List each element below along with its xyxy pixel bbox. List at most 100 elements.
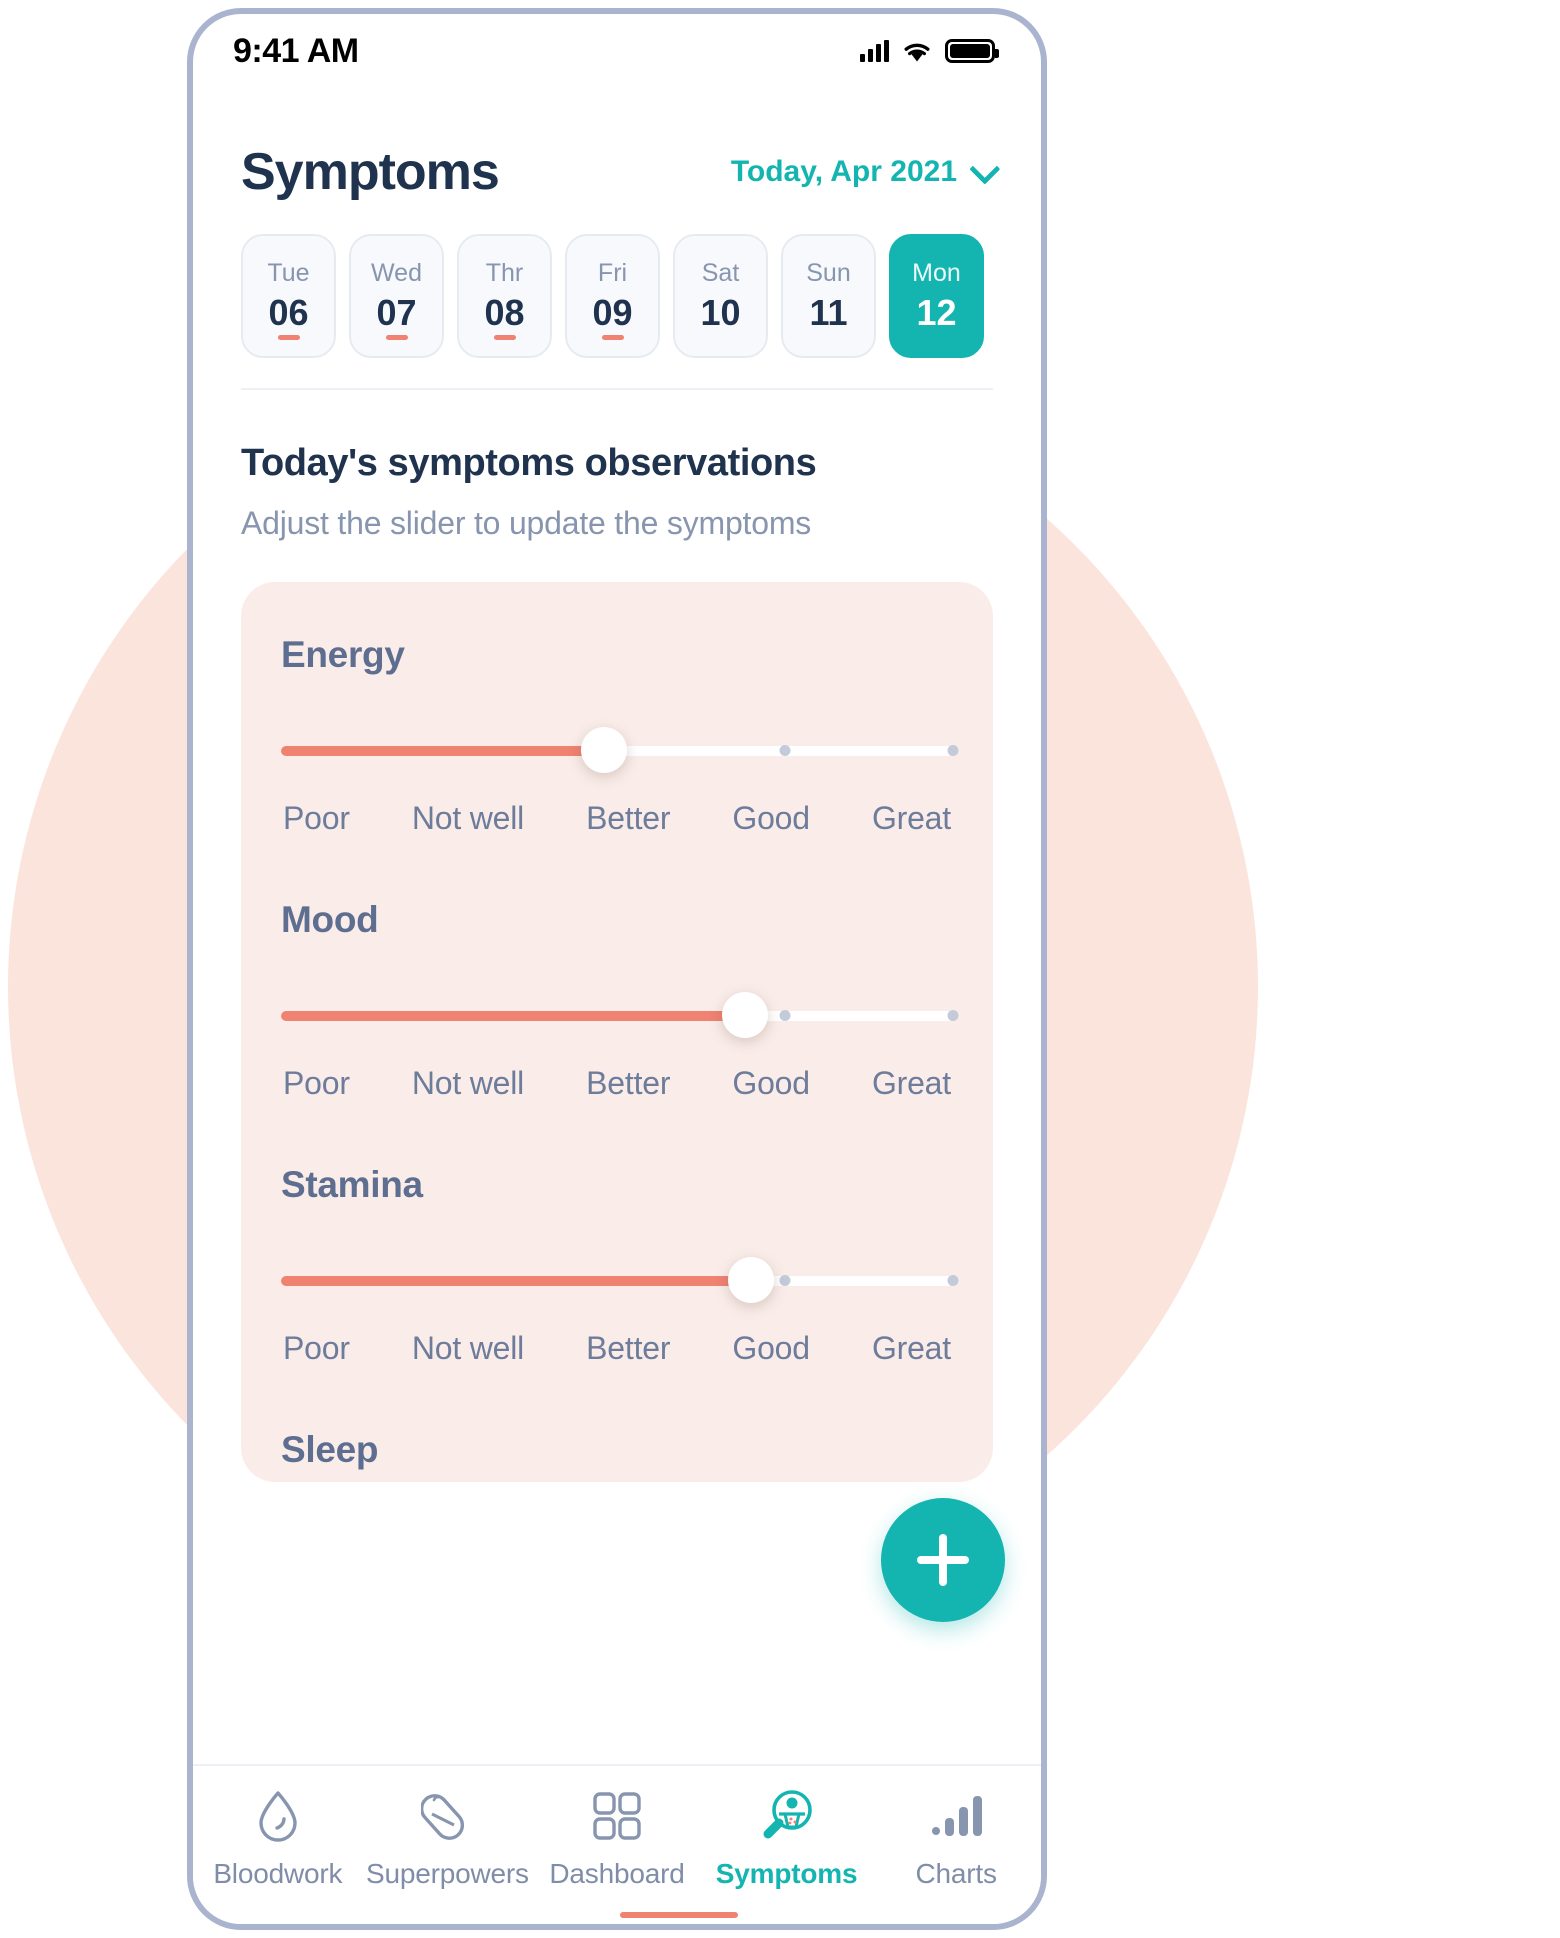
metric-sleep: Sleep [281, 1429, 953, 1471]
scale-label: Not well [411, 1330, 525, 1366]
slider-tick [779, 1275, 791, 1286]
slider-scale: Poor Not well Better Good Great [281, 1065, 953, 1102]
day-chip-marker-dot [601, 335, 624, 340]
nav-item-label: Charts [915, 1858, 997, 1889]
slider-fill [281, 1011, 745, 1021]
day-chip-date: 06 [268, 291, 309, 333]
phone-frame: 9:41 AM Symptoms Today, Apr 2021 Tue 06 We… [187, 8, 1047, 1930]
status-bar: 9:41 AM [193, 14, 1041, 88]
day-chip-weekday: Tue [267, 258, 310, 287]
magnifier-body-icon [759, 1788, 815, 1844]
header-row: Symptoms Today, Apr 2021 [241, 142, 1001, 202]
nav-item-label: Symptoms [715, 1858, 858, 1889]
day-chip-marker-dot [385, 335, 408, 340]
date-selector[interactable]: Today, Apr 2021 [730, 153, 1001, 189]
day-chip-sat[interactable]: Sat 10 [673, 234, 768, 358]
status-icons [860, 39, 999, 63]
scale-label: Poor [283, 1065, 350, 1101]
scale-label: Better [586, 800, 671, 836]
pill-capsule-icon [421, 1788, 473, 1844]
day-chip-date: 08 [484, 291, 525, 333]
slider-fill [281, 1276, 752, 1286]
blood-drop-icon [254, 1788, 302, 1844]
metric-label: Energy [281, 634, 405, 675]
date-selector-label: Today, Apr 2021 [730, 155, 957, 188]
slider-tick [947, 1275, 959, 1286]
grid-dashboard-icon [591, 1788, 643, 1844]
slider-tick [779, 745, 791, 756]
nav-item-bloodwork[interactable]: Bloodwork [196, 1788, 360, 1890]
slider-stamina[interactable] [281, 1257, 959, 1304]
scale-label: Not well [411, 800, 525, 836]
day-chip-weekday: Mon [912, 258, 961, 287]
day-chip-date: 10 [700, 291, 741, 333]
page-title: Symptoms [241, 143, 500, 201]
slider-scale: Poor Not well Better Good Great [281, 800, 953, 837]
day-chip-weekday: Thr [485, 258, 524, 287]
day-chip-weekday: Wed [371, 258, 422, 287]
scale-label: Better [586, 1065, 671, 1101]
symptoms-card: Energy Poor Not well Better Good Great Mood Poo… [241, 582, 993, 1482]
bottom-navigation[interactable]: Bloodwork Superpowers Dashboard Symptoms Cha… [193, 1764, 1041, 1924]
scale-label: Better [586, 1330, 671, 1366]
metric-mood: Mood Poor Not well Better Good Great [281, 899, 959, 1102]
slider-energy[interactable] [281, 727, 959, 774]
bar-chart-icon [930, 1788, 983, 1844]
slider-thumb[interactable] [728, 1257, 775, 1303]
nav-item-dashboard[interactable]: Dashboard [535, 1788, 699, 1890]
nav-item-label: Dashboard [549, 1858, 685, 1889]
day-chip-thr[interactable]: Thr 08 [457, 234, 552, 358]
slider-tick [947, 745, 959, 756]
slider-tick [779, 1010, 791, 1021]
metric-label: Sleep [281, 1429, 379, 1470]
day-chip-weekday: Sun [806, 258, 851, 287]
status-clock: 9:41 AM [233, 31, 359, 70]
scale-label: Good [732, 1065, 810, 1101]
chevron-down-icon [969, 153, 1001, 185]
section-title: Today's symptoms observations [241, 442, 817, 484]
wifi-icon [904, 43, 930, 61]
nav-item-symptoms[interactable]: Symptoms [705, 1788, 869, 1890]
scale-label: Good [732, 800, 810, 836]
nav-item-charts[interactable]: Charts [874, 1788, 1038, 1890]
slider-thumb[interactable] [721, 992, 768, 1038]
scale-label: Poor [283, 800, 350, 836]
metric-label: Stamina [281, 1164, 423, 1205]
slider-scale: Poor Not well Better Good Great [281, 1330, 953, 1367]
scale-label: Poor [283, 1330, 350, 1366]
day-chip-wed[interactable]: Wed 07 [349, 234, 444, 358]
slider-tick [947, 1010, 959, 1021]
scale-label: Great [871, 1330, 951, 1366]
day-chip-marker-dot [493, 335, 516, 340]
day-chip-fri[interactable]: Fri 09 [565, 234, 660, 358]
section-subtitle: Adjust the slider to update the symptoms [241, 505, 812, 541]
scale-label: Great [871, 800, 951, 836]
battery-full-icon [945, 39, 999, 63]
nav-item-label: Bloodwork [213, 1858, 343, 1889]
metric-stamina: Stamina Poor Not well Better Good Great [281, 1164, 959, 1367]
nav-item-superpowers[interactable]: Superpowers [365, 1788, 529, 1890]
scale-label: Great [871, 1065, 951, 1101]
day-chip-date: 12 [916, 291, 957, 333]
day-chip-sun[interactable]: Sun 11 [781, 234, 876, 358]
slider-thumb[interactable] [580, 727, 627, 773]
add-observation-fab[interactable] [881, 1498, 1005, 1622]
day-chip-mon[interactable]: Mon 12 [889, 234, 984, 358]
slider-mood[interactable] [281, 992, 959, 1039]
day-chip-date: 07 [376, 291, 417, 333]
day-chip-date: 09 [592, 291, 633, 333]
scale-label: Good [732, 1330, 810, 1366]
metric-energy: Energy Poor Not well Better Good Great [281, 634, 959, 837]
signal-bars-icon [860, 40, 889, 62]
nav-item-label: Superpowers [366, 1858, 529, 1889]
day-chip-weekday: Sat [701, 258, 740, 287]
slider-fill [281, 746, 604, 756]
scale-label: Not well [411, 1065, 525, 1101]
metric-label: Mood [281, 899, 379, 940]
active-tab-indicator [620, 1912, 738, 1918]
day-chip-tue[interactable]: Tue 06 [241, 234, 336, 358]
day-chip-marker-dot [277, 335, 300, 340]
main-content: Today's symptoms observations Adjust the… [193, 390, 1041, 1764]
day-strip[interactable]: Tue 06 Wed 07 Thr 08 Fri 09 Sat 10 Sun 11 Mon 12 [241, 202, 993, 358]
day-chip-date: 11 [809, 291, 848, 333]
